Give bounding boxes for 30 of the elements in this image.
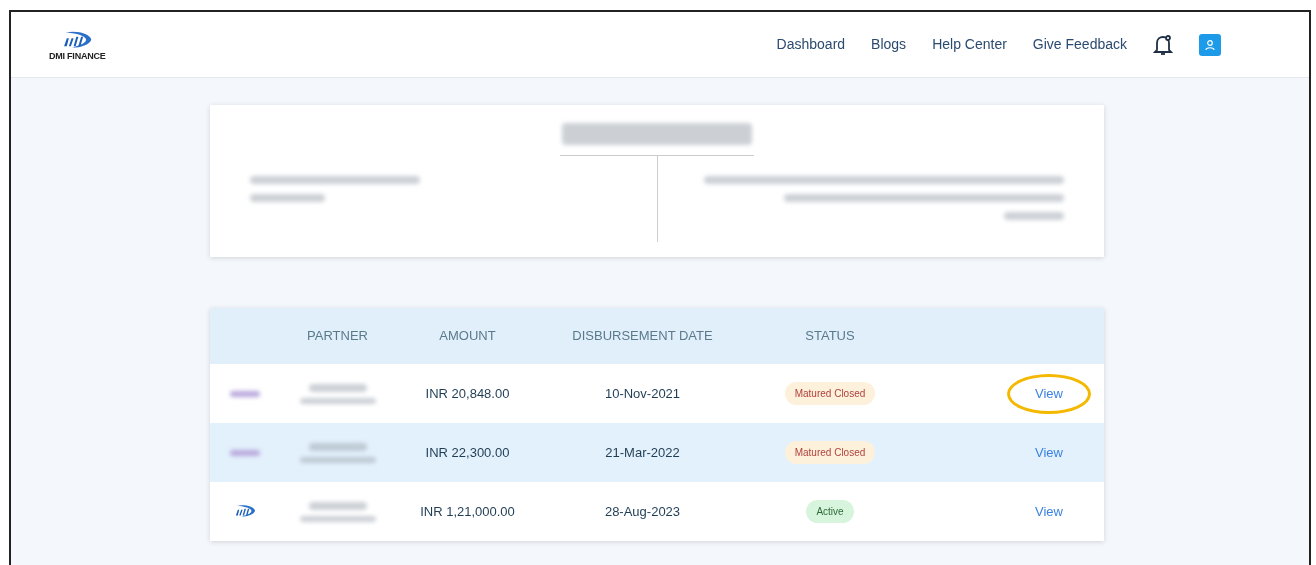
partner-logo xyxy=(233,504,257,519)
date-cell-text: 10-Nov-2021 xyxy=(604,384,681,403)
brand-name: DMI FINANCE xyxy=(49,49,106,63)
date-cell-text: 21-Mar-2022 xyxy=(605,443,680,462)
view-link[interactable]: View xyxy=(1035,383,1063,404)
redacted-text xyxy=(308,383,367,392)
nav-link[interactable]: Give Feedback xyxy=(1032,34,1127,55)
column-header: PARTNER xyxy=(307,327,368,346)
amount-cell-text: INR 1,21,000.00 xyxy=(420,502,515,521)
amount-cell-text: INR 22,300.00 xyxy=(425,443,510,462)
amount-cell-text: INR 20,848.00 xyxy=(425,384,510,403)
redacted-text xyxy=(308,442,367,451)
profile-button[interactable] xyxy=(1199,33,1221,56)
partner-logo xyxy=(230,449,260,456)
column-header: AMOUNT xyxy=(439,327,496,346)
redacted-text xyxy=(1004,212,1064,220)
partner-logo xyxy=(230,390,260,397)
nav-link[interactable]: Dashboard xyxy=(776,34,846,55)
date-cell-text: 28-Aug-2023 xyxy=(604,502,681,521)
status-badge: Matured Closed xyxy=(784,382,876,405)
status-badge: Matured Closed xyxy=(784,441,876,464)
column-header: STATUS xyxy=(805,327,855,346)
nav-link[interactable]: Help Center xyxy=(932,34,1007,55)
column-header: DISBURSEMENT DATE xyxy=(572,327,713,346)
user-icon xyxy=(1204,38,1216,51)
nav-link[interactable]: Blogs xyxy=(871,34,907,55)
notification-bell-icon[interactable] xyxy=(1153,33,1173,56)
view-link[interactable]: View xyxy=(1035,501,1063,522)
status-badge: Active xyxy=(806,500,854,523)
redacted-text xyxy=(308,501,367,510)
